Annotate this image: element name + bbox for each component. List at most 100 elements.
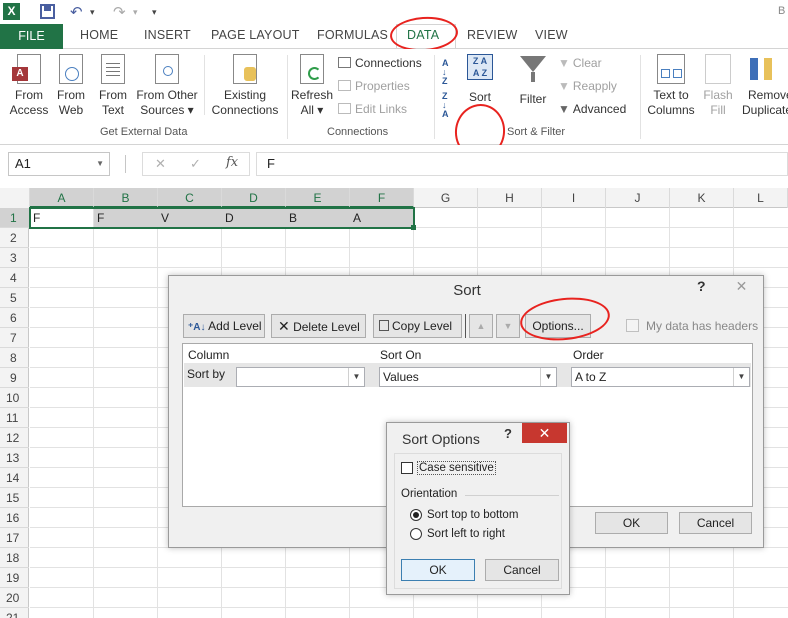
- column-header-c[interactable]: C: [158, 188, 222, 208]
- left-to-right-radio[interactable]: [410, 528, 422, 540]
- flash-fill-button[interactable]: Flash Fill: [700, 54, 736, 118]
- from-web-button[interactable]: From Web: [52, 54, 90, 118]
- sort-options-help-icon[interactable]: ?: [504, 426, 512, 441]
- from-text-button[interactable]: From Text: [94, 54, 132, 118]
- row-header[interactable]: 2: [0, 228, 29, 248]
- enter-formula-icon[interactable]: ✓: [190, 156, 201, 172]
- move-up-button[interactable]: ▲: [469, 314, 493, 338]
- row-header[interactable]: 14: [0, 468, 29, 488]
- sort-options-cancel-button[interactable]: Cancel: [485, 559, 559, 581]
- top-to-bottom-label[interactable]: Sort top to bottom: [427, 509, 518, 521]
- case-sensitive-label[interactable]: Case sensitive: [417, 461, 496, 475]
- row-header[interactable]: 12: [0, 428, 29, 448]
- case-sensitive-checkbox[interactable]: [401, 462, 413, 474]
- redo-icon[interactable]: ↷: [113, 3, 126, 21]
- text-to-columns-button[interactable]: Text to Columns: [644, 54, 698, 118]
- advanced-button[interactable]: ▼ Advanced: [558, 102, 626, 116]
- row-header[interactable]: 8: [0, 348, 29, 368]
- column-header-d[interactable]: D: [222, 188, 286, 208]
- from-other-sources-button[interactable]: From Other Sources ▾: [134, 54, 200, 118]
- tab-review[interactable]: REVIEW: [467, 28, 518, 42]
- add-level-button[interactable]: ⁺A↓ Add Level: [183, 314, 265, 338]
- existing-connections-button[interactable]: Existing Connections: [208, 54, 282, 118]
- edit-links-button[interactable]: Edit Links: [338, 102, 407, 116]
- tab-page-layout[interactable]: PAGE LAYOUT: [211, 28, 300, 42]
- save-icon[interactable]: [40, 4, 55, 19]
- cell-e1[interactable]: B: [286, 208, 350, 228]
- properties-button[interactable]: Properties: [338, 79, 410, 93]
- sort-az-icon[interactable]: A ↓ Z: [442, 59, 456, 86]
- sort-ok-button[interactable]: OK: [595, 512, 668, 534]
- copy-level-button[interactable]: Copy Level: [373, 314, 462, 338]
- tab-home[interactable]: HOME: [80, 28, 118, 42]
- row-header[interactable]: 21: [0, 608, 29, 618]
- top-to-bottom-radio[interactable]: [410, 509, 422, 521]
- row-header[interactable]: 19: [0, 568, 29, 588]
- sort-close-button[interactable]: ✕: [720, 276, 763, 296]
- headers-checkbox[interactable]: [626, 319, 639, 332]
- tab-file[interactable]: FILE: [0, 24, 63, 49]
- sort-button[interactable]: Z AA Z Sort: [462, 54, 498, 105]
- move-down-button[interactable]: ▼: [496, 314, 520, 338]
- tab-formulas[interactable]: FORMULAS: [317, 28, 388, 42]
- column-select[interactable]: ▼: [236, 367, 365, 387]
- tab-view[interactable]: VIEW: [535, 28, 568, 42]
- filter-button[interactable]: Filter: [514, 54, 552, 107]
- row-header[interactable]: 20: [0, 588, 29, 608]
- sort-za-icon[interactable]: Z ↓ A: [442, 92, 456, 119]
- undo-dropdown-icon[interactable]: ▾: [90, 7, 95, 18]
- redo-dropdown-icon[interactable]: ▾: [133, 7, 138, 18]
- remove-duplicates-button[interactable]: Remove Duplicate: [740, 54, 788, 118]
- row-header[interactable]: 13: [0, 448, 29, 468]
- from-access-button[interactable]: A From Access: [6, 54, 52, 118]
- sort-on-select[interactable]: Values ▼: [379, 367, 557, 387]
- sort-options-ok-button[interactable]: OK: [401, 559, 475, 581]
- select-all-corner[interactable]: [0, 188, 30, 208]
- column-header-i[interactable]: I: [542, 188, 606, 208]
- cancel-formula-icon[interactable]: ✕: [155, 156, 166, 172]
- undo-icon[interactable]: ↶: [70, 3, 83, 21]
- connections-button[interactable]: Connections: [338, 56, 422, 70]
- tab-insert[interactable]: INSERT: [144, 28, 191, 42]
- row-header[interactable]: 11: [0, 408, 29, 428]
- row-header[interactable]: 7: [0, 328, 29, 348]
- row-header[interactable]: 17: [0, 528, 29, 548]
- sort-cancel-button[interactable]: Cancel: [679, 512, 752, 534]
- column-header-a[interactable]: A: [30, 188, 94, 208]
- sort-help-icon[interactable]: ?: [697, 278, 706, 294]
- clear-button[interactable]: ▼ Clear: [558, 56, 602, 70]
- row-header[interactable]: 6: [0, 308, 29, 328]
- name-box-dropdown-icon[interactable]: ▼: [96, 153, 104, 175]
- column-header-f[interactable]: F: [350, 188, 414, 208]
- row-header[interactable]: 4: [0, 268, 29, 288]
- row-header[interactable]: 16: [0, 508, 29, 528]
- formula-input[interactable]: F: [256, 152, 788, 176]
- column-header-j[interactable]: J: [606, 188, 670, 208]
- customize-qat-icon[interactable]: ▾: [152, 7, 157, 18]
- name-box[interactable]: A1 ▼: [8, 152, 110, 176]
- row-header[interactable]: 1: [0, 208, 29, 228]
- column-header-e[interactable]: E: [286, 188, 350, 208]
- cell-f1[interactable]: A: [350, 208, 414, 228]
- cell-d1[interactable]: D: [222, 208, 286, 228]
- column-header-b[interactable]: B: [94, 188, 158, 208]
- column-header-g[interactable]: G: [414, 188, 478, 208]
- cell-a1[interactable]: F: [30, 208, 94, 228]
- insert-function-icon[interactable]: fx: [226, 155, 238, 170]
- cell-b1[interactable]: F: [94, 208, 158, 228]
- delete-level-button[interactable]: ✕ Delete Level: [271, 314, 366, 338]
- row-header[interactable]: 15: [0, 488, 29, 508]
- row-header[interactable]: 18: [0, 548, 29, 568]
- left-to-right-label[interactable]: Sort left to right: [427, 528, 505, 540]
- refresh-all-button[interactable]: Refresh All ▾: [290, 54, 334, 118]
- sort-options-close-button[interactable]: ✕: [522, 423, 567, 443]
- row-header[interactable]: 5: [0, 288, 29, 308]
- column-header-k[interactable]: K: [670, 188, 734, 208]
- row-header[interactable]: 10: [0, 388, 29, 408]
- cell-c1[interactable]: V: [158, 208, 222, 228]
- row-header[interactable]: 3: [0, 248, 29, 268]
- order-select[interactable]: A to Z ▼: [571, 367, 750, 387]
- column-header-l[interactable]: L: [734, 188, 788, 208]
- row-header[interactable]: 9: [0, 368, 29, 388]
- column-header-h[interactable]: H: [478, 188, 542, 208]
